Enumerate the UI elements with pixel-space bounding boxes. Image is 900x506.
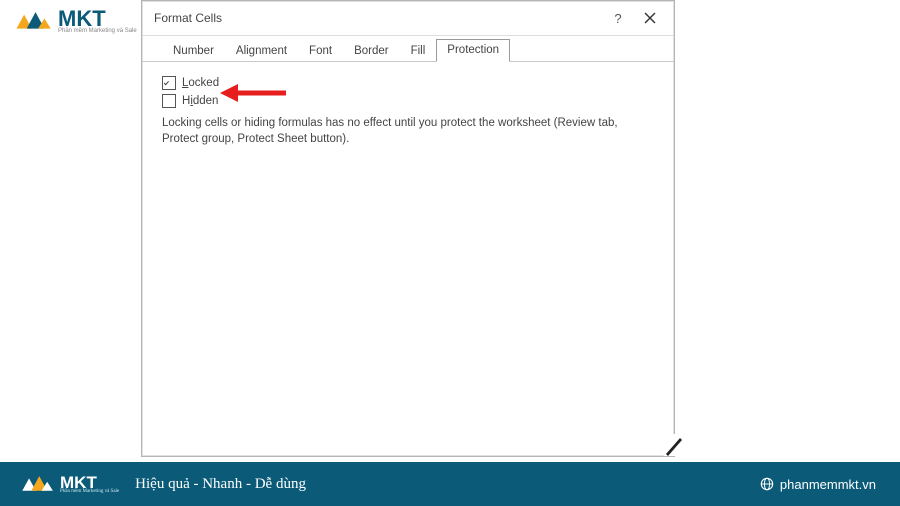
brand-logo-footer: MKT Phần mềm Marketing và Sale bbox=[20, 473, 119, 495]
footer-tagline: Hiệu quả - Nhanh - Dễ dùng bbox=[135, 476, 760, 493]
locked-checkbox[interactable] bbox=[162, 76, 176, 90]
globe-icon bbox=[760, 477, 774, 491]
tab-font[interactable]: Font bbox=[298, 40, 343, 62]
format-cells-dialog: Format Cells ? Number Alignment Font Bor… bbox=[141, 0, 675, 457]
locked-row: Locked bbox=[162, 76, 654, 90]
footer-site-link[interactable]: phanmemmkt.vn bbox=[760, 477, 876, 492]
hidden-checkbox[interactable] bbox=[162, 94, 176, 108]
logo-text: MKT bbox=[58, 8, 137, 30]
logo-subtitle: Phần mềm Marketing và Sale bbox=[58, 28, 137, 34]
check-icon bbox=[163, 78, 170, 88]
tab-border[interactable]: Border bbox=[343, 40, 400, 62]
hidden-label: Hidden bbox=[182, 95, 218, 107]
close-icon bbox=[644, 12, 656, 24]
footer-logo-sub: Phần mềm Marketing và Sale bbox=[60, 489, 119, 494]
brand-logo-top: MKT Phần mềm Marketing và Sale bbox=[14, 8, 137, 34]
tab-number[interactable]: Number bbox=[162, 40, 225, 62]
tab-alignment[interactable]: Alignment bbox=[225, 40, 298, 62]
footer-bar: MKT Phần mềm Marketing và Sale Hiệu quả … bbox=[0, 462, 900, 506]
hidden-row: Hidden bbox=[162, 94, 654, 108]
locked-label: Locked bbox=[182, 77, 219, 89]
dialog-tabs: Number Alignment Font Border Fill Protec… bbox=[142, 35, 674, 62]
help-button[interactable]: ? bbox=[606, 6, 630, 30]
tab-fill[interactable]: Fill bbox=[400, 40, 437, 62]
pen-icon bbox=[660, 432, 686, 458]
logo-triangles-icon bbox=[14, 9, 52, 33]
footer-site-text: phanmemmkt.vn bbox=[780, 477, 876, 492]
close-button[interactable] bbox=[638, 6, 662, 30]
tab-protection[interactable]: Protection bbox=[436, 39, 510, 62]
protection-description: Locking cells or hiding formulas has no … bbox=[162, 116, 652, 147]
dialog-title: Format Cells bbox=[154, 11, 598, 25]
logo-triangles-icon bbox=[20, 473, 54, 495]
dialog-content: Locked Hidden Locking cells or hiding fo… bbox=[142, 62, 674, 161]
dialog-titlebar: Format Cells ? bbox=[142, 1, 674, 36]
